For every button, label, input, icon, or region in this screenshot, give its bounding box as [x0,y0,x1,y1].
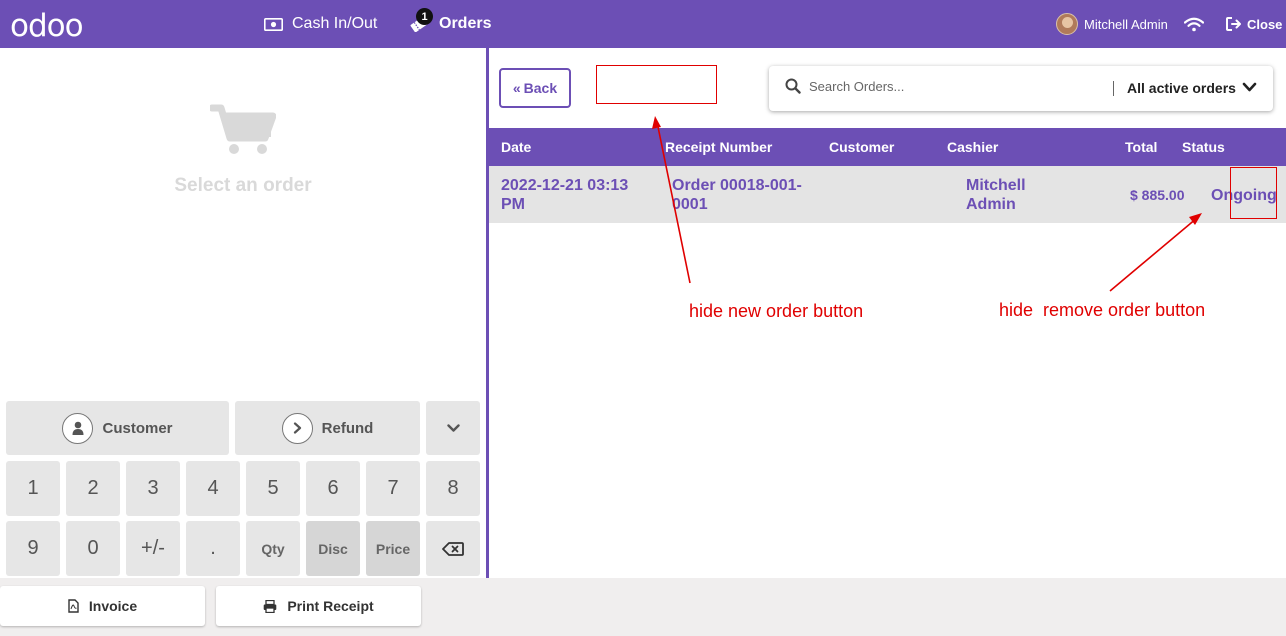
column-header-total: Total [1125,139,1158,155]
double-chevron-left-icon: « [512,80,521,96]
cart-icon [210,104,276,154]
user-menu[interactable]: Mitchell Admin [1056,0,1168,48]
search-separator [1113,81,1114,96]
avatar [1056,13,1078,35]
print-receipt-button[interactable]: Print Receipt [216,586,421,626]
numpad-key[interactable]: 5 [246,461,300,516]
order-date-line: 2022-12-21 03:13 [501,177,629,194]
order-summary-pane: Select an order Customer Refund 1 2 3 4 … [0,48,486,578]
backspace-key[interactable] [426,521,480,576]
chevron-down-icon [446,423,460,432]
annotation-hide-new-order: hide new order button [689,301,864,321]
empty-order-message: Select an order [174,175,312,196]
back-button[interactable]: « Back [499,68,571,108]
search-bar: All active orders [769,66,1273,111]
orders-count-badge: 1 [416,8,433,25]
print-receipt-label: Print Receipt [287,598,374,614]
numpad-key[interactable]: 8 [426,461,480,516]
close-button[interactable]: Close [1226,0,1282,48]
invoice-label: Invoice [88,598,138,614]
customer-label: Customer [102,419,173,437]
cash-icon [264,17,283,31]
refund-label: Refund [321,419,374,437]
more-actions-button[interactable] [426,401,480,455]
sign-out-icon [1226,17,1241,31]
disc-mode-key[interactable]: Disc [306,521,360,576]
numpad-key[interactable]: 3 [126,461,180,516]
numpad-key[interactable]: 0 [66,521,120,576]
column-header-customer: Customer [829,139,895,155]
numpad-key[interactable]: 1 [6,461,60,516]
numpad-key[interactable]: 6 [306,461,360,516]
order-date: 2022-12-21 03:13 PM [501,176,628,214]
wifi-icon [1184,17,1204,31]
table-row[interactable]: 2022-12-21 03:13 PM Order 00018-001- 000… [489,166,1286,223]
column-header-date: Date [501,139,532,155]
numpad-key[interactable]: +/- [126,521,180,576]
cashier-line: Admin [966,196,1016,213]
column-header-status: Status [1182,139,1225,155]
receipt-number-line: Order 00018-001- [672,177,802,194]
numpad-key[interactable]: 7 [366,461,420,516]
receipt-number-line: 0001 [672,196,708,213]
chevron-down-icon[interactable] [1242,82,1257,93]
bottom-action-bar: Invoice Print Receipt [0,578,1286,636]
search-orders-input[interactable] [809,79,1099,94]
order-date-line: PM [501,196,525,213]
cashier-line: Mitchell [966,177,1026,194]
backspace-icon [442,541,464,556]
connection-status[interactable] [1184,0,1213,48]
order-filter-dropdown[interactable]: All active orders [1127,80,1236,96]
search-icon [785,78,801,94]
chevron-right-icon [281,412,313,444]
invoice-button[interactable]: Invoice [0,586,205,626]
order-total: $ 885.00 [1130,187,1185,203]
numpad-key[interactable]: 9 [6,521,60,576]
annotation-box-new-order [596,65,717,104]
print-icon [264,599,277,613]
annotation-hide-remove-order: hide remove order button [999,300,1206,320]
cash-in-out-button[interactable]: Cash In/Out [264,0,377,48]
price-mode-key[interactable]: Price [366,521,420,576]
annotation-box-remove-order [1230,167,1277,219]
cash-in-out-label: Cash In/Out [292,15,378,32]
column-header-receipt-number: Receipt Number [665,139,773,155]
back-label: Back [523,80,558,96]
user-icon [62,412,94,444]
customer-button[interactable]: Customer [6,401,229,455]
odoo-logo: odoo [10,8,84,44]
orders-label: Orders [439,15,492,32]
order-cashier: Mitchell Admin [966,176,1026,214]
column-header-cashier: Cashier [947,139,999,155]
top-bar: odoo Cash In/Out Orders 1 Mitchell Admin… [0,0,1286,48]
numpad-key[interactable]: . [186,521,240,576]
numpad-key[interactable]: 4 [186,461,240,516]
numpad-key[interactable]: 2 [66,461,120,516]
refund-button[interactable]: Refund [235,401,420,455]
file-pdf-icon [68,599,79,613]
receipt-number: Order 00018-001- 0001 [672,176,802,214]
close-label: Close [1247,16,1283,32]
orders-table-header: Date Receipt Number Customer Cashier Tot… [489,128,1286,166]
qty-mode-key[interactable]: Qty [246,521,300,576]
user-name: Mitchell Admin [1084,16,1168,32]
